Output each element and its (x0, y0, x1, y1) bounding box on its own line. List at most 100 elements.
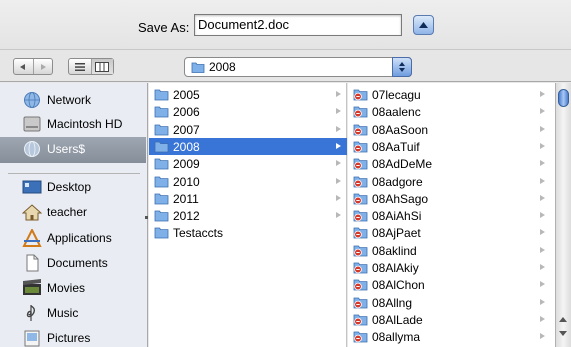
file-row[interactable]: 08AaTuif (348, 138, 555, 155)
folder-name: Testaccts (173, 226, 224, 241)
file-row[interactable]: 08Allng (348, 294, 555, 311)
sidebar-separator (8, 173, 140, 174)
folder-name: 2008 (173, 139, 200, 154)
file-name: 08AaSoon (372, 122, 429, 137)
restricted-folder-icon (353, 158, 368, 170)
scroll-down-arrow[interactable] (559, 331, 567, 336)
folder-icon (154, 227, 169, 239)
restricted-folder-icon (353, 124, 368, 135)
back-button[interactable] (14, 59, 34, 74)
disclosure-arrow-icon (540, 212, 545, 219)
location-popup[interactable]: 2008 (184, 57, 412, 77)
sidebar-item-movies[interactable]: Movies (0, 276, 146, 300)
restricted-folder-icon (353, 89, 368, 101)
file-row[interactable]: 08adgore (348, 173, 555, 190)
sidebar-item-label: Music (47, 306, 79, 320)
restricted-folder-icon (353, 314, 368, 326)
disclosure-arrow-icon (540, 142, 545, 149)
disclosure-arrow-icon (540, 108, 545, 115)
file-name: 08adgore (372, 174, 423, 189)
folder-row[interactable]: 2008 (149, 137, 347, 155)
disclosure-arrow-icon (540, 315, 545, 322)
restricted-folder-icon (353, 279, 368, 291)
list-view-button[interactable] (69, 59, 92, 74)
filename-field[interactable]: Document2.doc (194, 14, 402, 36)
file-row[interactable]: 08allyma (348, 328, 555, 345)
vertical-scrollbar[interactable] (555, 83, 571, 347)
files-column: 07lecagu 08aalenc 08AaSoon 08AaTuif 08AdDeMe… (348, 83, 555, 347)
collapse-button[interactable] (413, 15, 434, 35)
file-row[interactable]: 08AjPaet (348, 224, 555, 241)
folder-row[interactable]: 2007 (149, 121, 347, 138)
folder-icon (191, 62, 205, 73)
sidebar-item-desktop[interactable]: Desktop (0, 175, 146, 199)
disclosure-arrow-icon (540, 264, 545, 270)
folder-name: 2006 (173, 105, 200, 120)
sidebar-item-users[interactable]: Users$ (0, 137, 146, 163)
sidebar-item-label: Movies (47, 281, 86, 295)
back-arrow-icon (20, 63, 26, 70)
view-mode-control (68, 58, 114, 75)
sidebar-item-label: Applications (47, 231, 112, 245)
folder-row[interactable]: 2005 (149, 86, 347, 103)
file-row[interactable]: 08AdDeMe (348, 155, 555, 172)
sidebar-item-applications[interactable]: Applications (0, 226, 146, 250)
disclosure-arrow-icon (540, 281, 545, 288)
forward-button[interactable] (34, 59, 53, 74)
scrollbar-thumb[interactable] (558, 89, 569, 107)
applications-icon (22, 229, 42, 247)
folder-row[interactable]: 2010 (149, 173, 347, 190)
file-name: 08Allng (372, 295, 413, 310)
restricted-folder-icon (353, 210, 368, 222)
folder-icon (154, 210, 169, 222)
folder-row[interactable]: 2011 (149, 190, 347, 207)
hard-drive-icon (23, 116, 41, 132)
folder-row[interactable]: Testaccts (149, 224, 347, 241)
file-row[interactable]: 08AiAhSi (348, 207, 555, 224)
folder-row[interactable]: 2009 (149, 155, 347, 172)
column-view-button[interactable] (91, 59, 113, 74)
sidebar-resize-handle[interactable] (145, 216, 148, 219)
folder-icon (154, 193, 169, 205)
network-share-icon (24, 141, 40, 157)
disclosure-arrow-icon (540, 125, 545, 132)
file-name: 08allyma (372, 330, 421, 345)
file-name: 08AhSago (372, 191, 429, 206)
file-row[interactable]: 08aalenc (348, 103, 555, 120)
folder-name: 2005 (173, 88, 200, 102)
file-name: 08AaTuif (372, 139, 420, 154)
popup-arrows (392, 57, 412, 77)
file-row[interactable]: 08AaSoon (348, 121, 555, 138)
scroll-up-arrow[interactable] (559, 317, 567, 322)
folder-row[interactable]: 2012 (149, 207, 347, 224)
file-row[interactable]: 08AlChon (348, 276, 555, 293)
home-icon (22, 204, 42, 221)
file-row[interactable]: 08aklind (348, 242, 555, 259)
sidebar-item-label: Macintosh HD (47, 117, 123, 131)
sidebar-item-music[interactable]: Music (0, 301, 146, 325)
sidebar-item-teacher[interactable]: teacher (0, 200, 146, 224)
disclosure-arrow-icon (540, 177, 545, 184)
disclosure-arrow-icon (336, 160, 341, 167)
disclosure-arrow-icon (540, 229, 545, 236)
restricted-folder-icon (353, 141, 368, 153)
movies-icon (23, 279, 41, 295)
file-name: 08AlAkiy (372, 261, 419, 275)
file-row[interactable]: 08AlLade (348, 311, 555, 328)
file-name: 07lecagu (372, 88, 421, 102)
folder-row[interactable]: 2006 (149, 103, 347, 120)
folder-icon (154, 141, 169, 153)
sidebar-item-network[interactable]: Network (0, 88, 146, 112)
file-row[interactable]: 07lecagu (348, 86, 555, 103)
sidebar-item-documents[interactable]: Documents (0, 251, 146, 275)
sidebar-item-pictures[interactable]: Pictures (0, 326, 146, 347)
folder-icon (154, 158, 169, 170)
file-row[interactable]: 08AhSago (348, 190, 555, 207)
sidebar-item-label: Pictures (47, 331, 91, 345)
restricted-folder-icon (353, 227, 368, 239)
sidebar-item-macintosh-hd[interactable]: Macintosh HD (0, 112, 146, 136)
restricted-folder-icon (353, 297, 368, 308)
file-row[interactable]: 08AlAkiy (348, 259, 555, 276)
folder-icon (154, 176, 169, 187)
sidebar-item-label: teacher (47, 205, 88, 219)
